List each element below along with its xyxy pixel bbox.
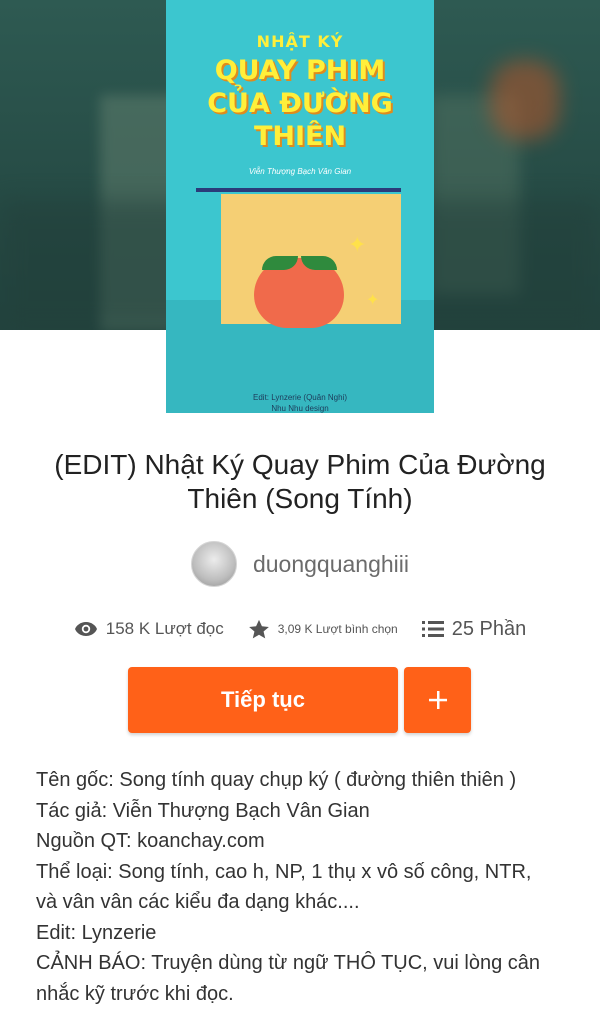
description-line: Tên gốc: Song tính quay chụp ký ( đường … bbox=[36, 769, 517, 791]
cover-credit-line: Edit: Lynzerie (Quân Nghi) bbox=[253, 393, 347, 402]
cover-credit-line: Nhu Nhu design bbox=[271, 404, 329, 413]
description-line: CẢNH BÁO: Truyện dùng từ ngữ THÔ TỤC, vu… bbox=[36, 952, 541, 974]
description-line: và vân vân các kiểu đa dạng khác.... bbox=[36, 891, 360, 913]
story-stats: 158 K Lượt đọc 3,09 K Lượt bình chọn 25 … bbox=[0, 614, 600, 644]
description-line: Edit: Lynzerie bbox=[36, 921, 157, 944]
cover-rail bbox=[196, 188, 401, 192]
background-blur-shape bbox=[490, 60, 560, 140]
cover-credits: Edit: Lynzerie (Quân Nghi) Nhu Nhu desig… bbox=[166, 392, 434, 413]
author-row[interactable]: duongquanghiii bbox=[0, 540, 600, 588]
description-line: Tác giả: Viễn Thượng Bạch Vân Gian bbox=[36, 799, 370, 822]
views-count: 158 K Lượt đọc bbox=[105, 619, 224, 638]
plus-icon bbox=[428, 691, 447, 709]
add-to-library-button[interactable] bbox=[404, 667, 471, 733]
cover-author: Viễn Thượng Bạch Vân Gian bbox=[248, 167, 352, 176]
story-title: (EDIT) Nhật Ký Quay Phim Của Đường Thiên… bbox=[54, 449, 546, 514]
stat-views: 158 K Lượt đọc bbox=[74, 619, 224, 639]
cover-top-text: NHẬT KÝ bbox=[256, 32, 344, 51]
avatar[interactable] bbox=[190, 541, 237, 587]
cover-title-line: CỦA ĐƯỜNG bbox=[207, 88, 393, 119]
continue-reading-button[interactable]: Tiếp tục bbox=[128, 667, 398, 733]
author-username[interactable]: duongquanghiii bbox=[253, 551, 409, 578]
cover-title-line: THIÊN bbox=[253, 121, 347, 152]
star-icon bbox=[248, 619, 269, 638]
cover-title: QUAY PHIM CỦA ĐƯỜNG THIÊN bbox=[166, 54, 434, 153]
votes-count: 3,09 K Lượt bình chọn bbox=[277, 622, 398, 636]
cover-title-line: QUAY PHIM bbox=[214, 55, 386, 86]
story-cover-image[interactable]: NHẬT KÝ QUAY PHIM CỦA ĐƯỜNG THIÊN Viễn T… bbox=[166, 0, 434, 413]
stat-parts[interactable]: 25 Phần bbox=[421, 618, 527, 641]
description-line: Thể loại: Song tính, cao h, NP, 1 thụ x … bbox=[36, 860, 532, 883]
story-description: Tên gốc: Song tính quay chụp ký ( đường … bbox=[36, 765, 576, 1009]
stat-votes: 3,09 K Lượt bình chọn bbox=[248, 619, 398, 640]
description-line: Nguồn QT: koanchay.com bbox=[36, 830, 265, 852]
eye-icon bbox=[74, 622, 97, 636]
sparkle-icon: ✦ bbox=[366, 292, 380, 309]
sparkle-icon: ✦ bbox=[348, 232, 367, 257]
description-line: nhắc kỹ trước khi đọc. bbox=[36, 982, 234, 1005]
list-icon bbox=[421, 621, 444, 637]
parts-count[interactable]: 25 Phần bbox=[452, 618, 527, 641]
